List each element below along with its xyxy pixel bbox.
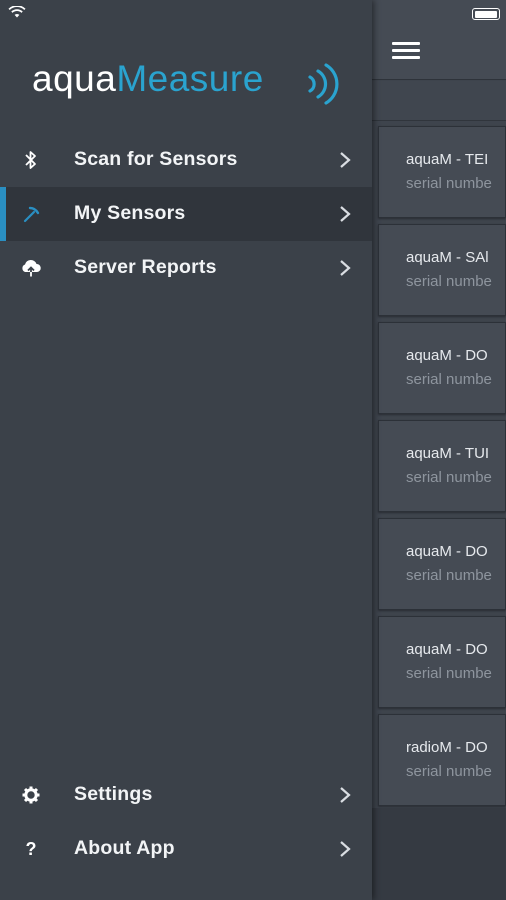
menu-item-about-app[interactable]: ? About App bbox=[0, 822, 372, 876]
wifi-icon bbox=[8, 6, 26, 18]
active-indicator bbox=[0, 187, 6, 241]
cloud-upload-icon bbox=[20, 257, 42, 279]
sensor-card[interactable]: aquaM - DO serial numbe bbox=[378, 616, 506, 708]
chevron-right-icon bbox=[340, 260, 351, 276]
app-logo: aquaMeasure bbox=[32, 58, 339, 108]
main-bottom-area bbox=[372, 808, 506, 900]
sensor-serial: serial numbe bbox=[406, 763, 492, 780]
sensor-serial: serial numbe bbox=[406, 469, 492, 486]
gear-icon bbox=[20, 784, 42, 806]
status-bar bbox=[0, 0, 506, 24]
sensor-name: aquaM - TEI bbox=[406, 151, 489, 168]
sensor-name: aquaM - DO bbox=[406, 347, 488, 364]
sensor-name: aquaM - DO bbox=[406, 641, 488, 658]
sensor-name: radioM - DO bbox=[406, 739, 488, 756]
bluetooth-icon bbox=[20, 149, 42, 171]
main-panel: aquaM - TEI serial numbe aquaM - SAl ser… bbox=[372, 0, 506, 900]
sensor-serial: serial numbe bbox=[406, 665, 492, 682]
signal-waves-icon bbox=[308, 63, 339, 105]
hamburger-menu-icon[interactable] bbox=[392, 42, 420, 62]
menu-item-label: My Sensors bbox=[74, 202, 186, 224]
chevron-right-icon bbox=[340, 152, 351, 168]
menu-item-settings[interactable]: Settings bbox=[0, 768, 372, 822]
sensor-name: aquaM - TUI bbox=[406, 445, 490, 462]
sensor-serial: serial numbe bbox=[406, 273, 492, 290]
logo-text-secondary: Measure bbox=[116, 58, 264, 99]
chevron-right-icon bbox=[340, 841, 351, 857]
chevron-right-icon bbox=[340, 206, 351, 222]
sensor-name: aquaM - DO bbox=[406, 543, 488, 560]
sensor-card[interactable]: aquaM - DO serial numbe bbox=[378, 518, 506, 610]
sensor-card[interactable]: aquaM - TUI serial numbe bbox=[378, 420, 506, 512]
sensor-name: aquaM - SAl bbox=[406, 249, 489, 266]
sensor-card[interactable]: aquaM - TEI serial numbe bbox=[378, 126, 506, 218]
menu-item-server-reports[interactable]: Server Reports bbox=[0, 241, 372, 295]
sensor-card[interactable]: aquaM - DO serial numbe bbox=[378, 322, 506, 414]
sensor-card[interactable]: radioM - DO serial numbe bbox=[378, 714, 506, 806]
sensor-card[interactable]: aquaM - SAl serial numbe bbox=[378, 224, 506, 316]
menu-item-my-sensors[interactable]: My Sensors bbox=[0, 187, 372, 241]
menu-item-label: About App bbox=[74, 837, 175, 859]
chevron-right-icon bbox=[340, 787, 351, 803]
navigation-drawer: aquaMeasure Scan for Sensors My Sensors … bbox=[0, 0, 372, 900]
app-screen: aquaM - TEI serial numbe aquaM - SAl ser… bbox=[0, 0, 506, 900]
main-sub-bar bbox=[372, 81, 506, 121]
sensor-serial: serial numbe bbox=[406, 371, 492, 388]
menu-item-label: Settings bbox=[74, 783, 153, 805]
menu-item-label: Server Reports bbox=[74, 256, 217, 278]
battery-icon bbox=[472, 8, 500, 20]
question-icon: ? bbox=[25, 838, 37, 859]
sensor-serial: serial numbe bbox=[406, 567, 492, 584]
menu-item-label: Scan for Sensors bbox=[74, 148, 238, 170]
sensor-serial: serial numbe bbox=[406, 175, 492, 192]
sensor-list: aquaM - TEI serial numbe aquaM - SAl ser… bbox=[378, 126, 506, 812]
menu-item-scan-for-sensors[interactable]: Scan for Sensors bbox=[0, 133, 372, 187]
logo-text-primary: aqua bbox=[32, 58, 117, 99]
pickaxe-icon bbox=[20, 203, 42, 225]
